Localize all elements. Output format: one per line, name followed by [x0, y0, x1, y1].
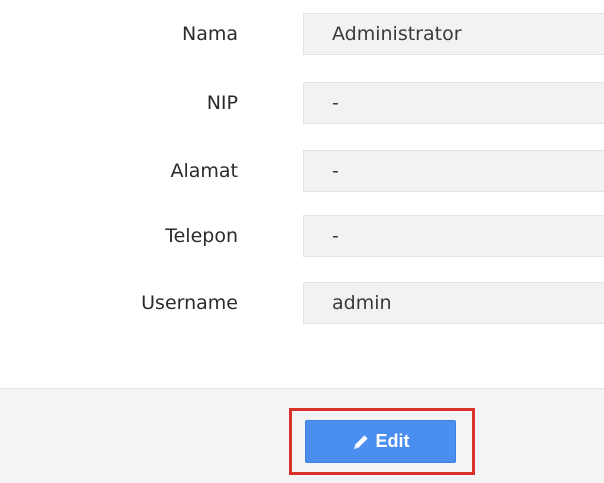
username-label: Username — [141, 292, 238, 314]
nip-label: NIP — [206, 92, 238, 114]
alamat-field: - — [303, 150, 604, 192]
form-row-nama: Nama Administrator — [0, 13, 604, 55]
form-row-telepon: Telepon - — [0, 215, 604, 257]
nama-field: Administrator — [303, 13, 604, 55]
edit-button-label: Edit — [375, 431, 410, 451]
nip-field: - — [303, 82, 604, 124]
nama-label: Nama — [181, 23, 238, 45]
telepon-label: Telepon — [165, 225, 238, 247]
telepon-field: - — [303, 215, 604, 257]
profile-page: Nama Administrator NIP - Alamat - Telepo… — [0, 0, 604, 483]
alamat-label: Alamat — [170, 160, 238, 182]
edit-button[interactable]: Edit — [305, 420, 456, 463]
form-row-username: Username admin — [0, 282, 604, 324]
form-row-nip: NIP - — [0, 82, 604, 124]
form-row-alamat: Alamat - — [0, 150, 604, 192]
username-field: admin — [303, 282, 604, 324]
pencil-icon — [352, 433, 370, 451]
